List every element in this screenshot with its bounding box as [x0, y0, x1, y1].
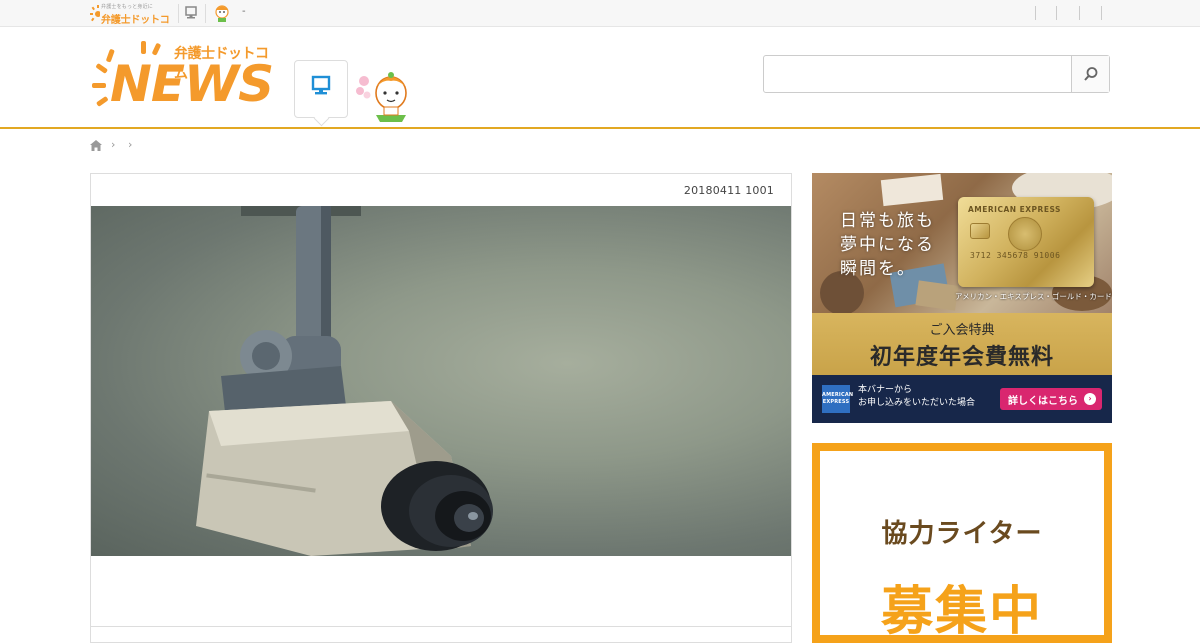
breadcrumb-separator: ›	[128, 138, 133, 151]
offer-subtitle: ご入会特典	[929, 323, 995, 338]
pc-view-button[interactable]	[294, 60, 348, 118]
card-caption: アメリカン・エキスプレス・ゴールド・カード	[955, 292, 1112, 301]
article-hero-image	[91, 206, 791, 556]
logo-news-wordmark: NEWS	[110, 55, 274, 113]
divider	[1079, 6, 1080, 20]
headline-line: 瞬間を。	[840, 259, 916, 279]
banner-line-2: 募集中	[880, 582, 1043, 642]
ad-footer-band: AMERICAN EXPRESS 本バナーから お申し込みをいただいた場合 詳し…	[812, 375, 1112, 423]
divider	[1056, 6, 1057, 20]
amex-logo: AMERICAN EXPRESS	[822, 385, 853, 413]
chevron-right-icon: ›	[1084, 393, 1096, 405]
offer-band: ご入会特典 初年度年会費無料	[812, 313, 1112, 375]
divider	[205, 4, 206, 23]
search-icon	[1084, 67, 1098, 81]
mascot-character-icon[interactable]	[354, 65, 416, 123]
article-date: 20180411 1001	[683, 184, 774, 197]
top-utility-bar: 弁護士をもっと身近に 弁護士ドットコム -	[0, 0, 1200, 41]
headline-line: 夢中になる	[840, 235, 935, 255]
search-box	[763, 55, 1110, 93]
home-icon[interactable]	[90, 140, 102, 151]
amex-gold-card-ad[interactable]: 日常も旅も 夢中になる 瞬間を。 AMERICAN EXPRESS 3712 3…	[812, 173, 1112, 423]
divider	[1101, 6, 1102, 20]
offer-title: 初年度年会費無料	[869, 345, 1054, 370]
mini-site-logo[interactable]: 弁護士をもっと身近に 弁護士ドットコム	[90, 3, 170, 41]
centurion-emblem-icon	[1008, 217, 1042, 251]
gold-card-image: AMERICAN EXPRESS 3712 345678 91006	[958, 197, 1094, 287]
breadcrumb-separator: ›	[111, 138, 116, 151]
mascot-mini-icon[interactable]	[212, 3, 232, 23]
banner-line-1: 協力ライター	[881, 519, 1043, 549]
sun-logo-icon	[90, 5, 100, 22]
ad-note: 本バナーから お申し込みをいただいた場合	[858, 384, 975, 410]
note-line: 本バナーから	[858, 385, 913, 395]
security-camera-image	[196, 206, 493, 556]
divider	[1035, 6, 1036, 20]
topbar-dash: -	[242, 6, 246, 17]
card-brand: AMERICAN EXPRESS	[968, 205, 1061, 214]
site-logo[interactable]: 弁護士ドットコム NEWS	[90, 39, 280, 115]
details-button[interactable]: 詳しくはこちら ›	[1000, 388, 1102, 410]
computer-icon[interactable]	[184, 6, 198, 20]
card-number: 3712 345678 91006	[970, 251, 1061, 260]
writer-recruitment-banner[interactable]: 協力ライター 募集中	[812, 443, 1112, 643]
computer-icon	[311, 75, 331, 95]
search-input[interactable]	[764, 56, 1072, 92]
details-button-label: 詳しくはこちら	[1008, 396, 1078, 407]
site-header: 弁護士ドットコム NEWS	[0, 27, 1200, 129]
mini-logo-tagline: 弁護士をもっと身近に	[101, 4, 154, 10]
divider	[91, 626, 791, 627]
search-button[interactable]	[1071, 56, 1109, 92]
headline-line: 日常も旅も	[840, 211, 935, 231]
article-card: 20180411 1001	[90, 173, 792, 643]
divider	[178, 4, 179, 23]
card-chip-icon	[970, 223, 990, 239]
note-line: お申し込みをいただいた場合	[858, 398, 976, 408]
ad-headline: 日常も旅も 夢中になる 瞬間を。	[840, 209, 935, 281]
